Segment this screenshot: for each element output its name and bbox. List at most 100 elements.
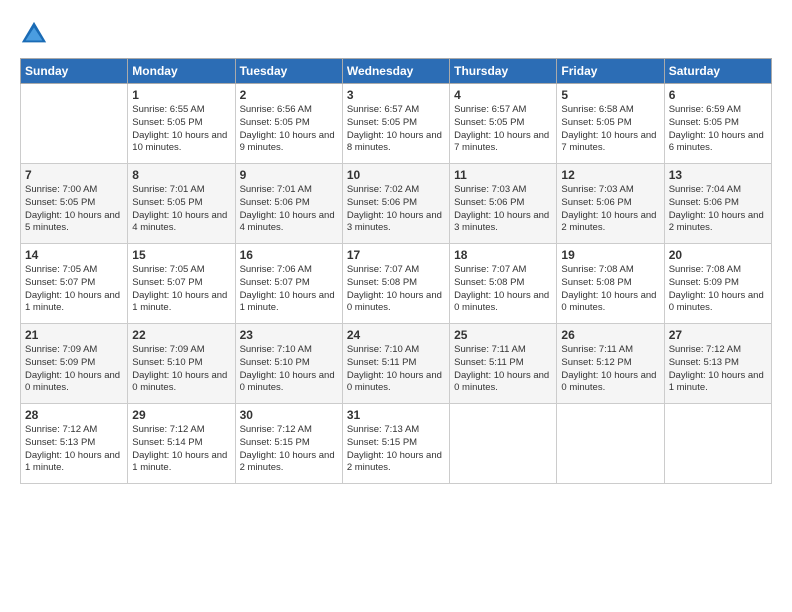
day-number: 30 [240, 408, 338, 422]
day-info: Sunrise: 7:12 AMSunset: 5:13 PMDaylight:… [25, 424, 123, 475]
calendar-cell: 27Sunrise: 7:12 AMSunset: 5:13 PMDayligh… [664, 324, 771, 404]
day-info: Sunrise: 7:01 AMSunset: 5:06 PMDaylight:… [240, 184, 338, 235]
day-number: 12 [561, 168, 659, 182]
calendar-cell [21, 84, 128, 164]
day-number: 5 [561, 88, 659, 102]
day-info: Sunrise: 6:57 AMSunset: 5:05 PMDaylight:… [454, 104, 552, 155]
week-row-5: 28 Sunrise: 7:12 AMSunset: 5:13 PMDayligh… [21, 404, 772, 484]
day-number: 10 [347, 168, 445, 182]
logo [20, 20, 52, 48]
day-number: 14 [25, 248, 123, 262]
day-info: Sunrise: 7:10 AMSunset: 5:10 PMDaylight:… [240, 344, 338, 395]
day-number: 24 [347, 328, 445, 342]
day-number: 16 [240, 248, 338, 262]
day-info: Sunrise: 7:03 AMSunset: 5:06 PMDaylight:… [454, 184, 552, 235]
header-monday: Monday [128, 59, 235, 84]
day-info: Sunrise: 7:10 AMSunset: 5:11 PMDaylight:… [347, 344, 445, 395]
calendar-cell: 2 Sunrise: 6:56 AMSunset: 5:05 PMDaylight… [235, 84, 342, 164]
day-number: 17 [347, 248, 445, 262]
calendar-cell: 24 Sunrise: 7:10 AMSunset: 5:11 PMDayligh… [342, 324, 449, 404]
day-info: Sunrise: 7:01 AMSunset: 5:05 PMDaylight:… [132, 184, 230, 235]
header-tuesday: Tuesday [235, 59, 342, 84]
day-number: 23 [240, 328, 338, 342]
day-info: Sunrise: 7:12 AMSunset: 5:13 PMDaylight:… [669, 344, 767, 395]
day-number: 25 [454, 328, 552, 342]
day-number: 11 [454, 168, 552, 182]
header-saturday: Saturday [664, 59, 771, 84]
calendar-cell: 21 Sunrise: 7:09 AMSunset: 5:09 PMDayligh… [21, 324, 128, 404]
calendar-cell: 18 Sunrise: 7:07 AMSunset: 5:08 PMDayligh… [450, 244, 557, 324]
logo-icon [20, 20, 48, 48]
header-thursday: Thursday [450, 59, 557, 84]
calendar-cell: 10 Sunrise: 7:02 AMSunset: 5:06 PMDayligh… [342, 164, 449, 244]
day-info: Sunrise: 7:05 AMSunset: 5:07 PMDaylight:… [132, 264, 230, 315]
day-info: Sunrise: 7:02 AMSunset: 5:06 PMDaylight:… [347, 184, 445, 235]
calendar-table: SundayMondayTuesdayWednesdayThursdayFrid… [20, 58, 772, 484]
day-info: Sunrise: 7:12 AMSunset: 5:14 PMDaylight:… [132, 424, 230, 475]
calendar-cell: 13 Sunrise: 7:04 AMSunset: 5:06 PMDayligh… [664, 164, 771, 244]
calendar-cell: 9Sunrise: 7:01 AMSunset: 5:06 PMDaylight… [235, 164, 342, 244]
day-number: 21 [25, 328, 123, 342]
calendar-cell: 5Sunrise: 6:58 AMSunset: 5:05 PMDaylight… [557, 84, 664, 164]
calendar-cell [664, 404, 771, 484]
day-number: 13 [669, 168, 767, 182]
day-info: Sunrise: 7:04 AMSunset: 5:06 PMDaylight:… [669, 184, 767, 235]
day-number: 15 [132, 248, 230, 262]
day-info: Sunrise: 7:07 AMSunset: 5:08 PMDaylight:… [454, 264, 552, 315]
calendar-cell: 1 Sunrise: 6:55 AMSunset: 5:05 PMDaylight… [128, 84, 235, 164]
day-info: Sunrise: 6:55 AMSunset: 5:05 PMDaylight:… [132, 104, 230, 155]
calendar-cell: 12Sunrise: 7:03 AMSunset: 5:06 PMDayligh… [557, 164, 664, 244]
calendar-cell: 4 Sunrise: 6:57 AMSunset: 5:05 PMDaylight… [450, 84, 557, 164]
calendar-cell: 16Sunrise: 7:06 AMSunset: 5:07 PMDayligh… [235, 244, 342, 324]
week-row-1: 1 Sunrise: 6:55 AMSunset: 5:05 PMDaylight… [21, 84, 772, 164]
calendar-cell: 23 Sunrise: 7:10 AMSunset: 5:10 PMDayligh… [235, 324, 342, 404]
calendar-cell: 22 Sunrise: 7:09 AMSunset: 5:10 PMDayligh… [128, 324, 235, 404]
day-number: 19 [561, 248, 659, 262]
calendar-cell: 14Sunrise: 7:05 AMSunset: 5:07 PMDayligh… [21, 244, 128, 324]
calendar-cell: 8 Sunrise: 7:01 AMSunset: 5:05 PMDaylight… [128, 164, 235, 244]
day-info: Sunrise: 7:13 AMSunset: 5:15 PMDaylight:… [347, 424, 445, 475]
day-info: Sunrise: 7:11 AMSunset: 5:12 PMDaylight:… [561, 344, 659, 395]
day-number: 18 [454, 248, 552, 262]
day-info: Sunrise: 7:08 AMSunset: 5:08 PMDaylight:… [561, 264, 659, 315]
calendar-cell: 28 Sunrise: 7:12 AMSunset: 5:13 PMDayligh… [21, 404, 128, 484]
week-row-2: 7Sunrise: 7:00 AMSunset: 5:05 PMDaylight… [21, 164, 772, 244]
calendar-cell: 7Sunrise: 7:00 AMSunset: 5:05 PMDaylight… [21, 164, 128, 244]
calendar-cell: 3 Sunrise: 6:57 AMSunset: 5:05 PMDaylight… [342, 84, 449, 164]
calendar-cell: 25 Sunrise: 7:11 AMSunset: 5:11 PMDayligh… [450, 324, 557, 404]
calendar-cell: 19 Sunrise: 7:08 AMSunset: 5:08 PMDayligh… [557, 244, 664, 324]
day-number: 1 [132, 88, 230, 102]
calendar-cell: 15 Sunrise: 7:05 AMSunset: 5:07 PMDayligh… [128, 244, 235, 324]
day-info: Sunrise: 7:11 AMSunset: 5:11 PMDaylight:… [454, 344, 552, 395]
week-row-4: 21 Sunrise: 7:09 AMSunset: 5:09 PMDayligh… [21, 324, 772, 404]
day-info: Sunrise: 6:57 AMSunset: 5:05 PMDaylight:… [347, 104, 445, 155]
day-number: 7 [25, 168, 123, 182]
calendar-header-row: SundayMondayTuesdayWednesdayThursdayFrid… [21, 59, 772, 84]
day-number: 22 [132, 328, 230, 342]
day-number: 20 [669, 248, 767, 262]
day-info: Sunrise: 6:59 AMSunset: 5:05 PMDaylight:… [669, 104, 767, 155]
day-number: 3 [347, 88, 445, 102]
calendar-cell: 6Sunrise: 6:59 AMSunset: 5:05 PMDaylight… [664, 84, 771, 164]
calendar-cell [450, 404, 557, 484]
day-info: Sunrise: 7:09 AMSunset: 5:09 PMDaylight:… [25, 344, 123, 395]
day-number: 8 [132, 168, 230, 182]
day-number: 2 [240, 88, 338, 102]
calendar-cell [557, 404, 664, 484]
week-row-3: 14 Sunrise: 7:05 AMSunset: 5:07 PMDayligh… [21, 244, 772, 324]
page-header [20, 20, 772, 48]
day-info: Sunrise: 7:12 AMSunset: 5:15 PMDaylight:… [240, 424, 338, 475]
header-friday: Friday [557, 59, 664, 84]
calendar-cell: 30 Sunrise: 7:12 AMSunset: 5:15 PMDayligh… [235, 404, 342, 484]
calendar-cell: 29 Sunrise: 7:12 AMSunset: 5:14 PMDayligh… [128, 404, 235, 484]
calendar-cell: 31 Sunrise: 7:13 AMSunset: 5:15 PMDayligh… [342, 404, 449, 484]
day-number: 31 [347, 408, 445, 422]
day-number: 4 [454, 88, 552, 102]
day-info: Sunrise: 6:56 AMSunset: 5:05 PMDaylight:… [240, 104, 338, 155]
day-info: Sunrise: 7:08 AMSunset: 5:09 PMDaylight:… [669, 264, 767, 315]
day-number: 28 [25, 408, 123, 422]
header-sunday: Sunday [21, 59, 128, 84]
day-info: Sunrise: 7:09 AMSunset: 5:10 PMDaylight:… [132, 344, 230, 395]
calendar-cell: 11 Sunrise: 7:03 AMSunset: 5:06 PMDayligh… [450, 164, 557, 244]
day-number: 29 [132, 408, 230, 422]
